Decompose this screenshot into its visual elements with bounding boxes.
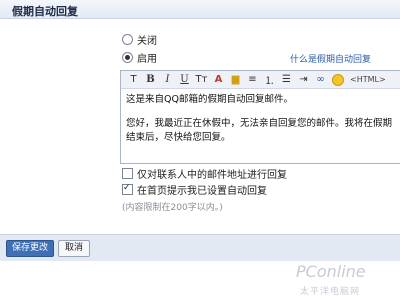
cancel-button[interactable]: 取消 [58,240,90,257]
radio-on-option[interactable]: 启用 [122,50,157,65]
show-notice-checkbox[interactable] [122,183,133,195]
bold-icon[interactable]: B [142,72,159,87]
italic-icon[interactable]: I [159,72,176,87]
highlight-icon[interactable]: ▆ [227,72,244,87]
numbered-list-icon[interactable]: ⒈ [261,72,278,87]
radio-on[interactable] [122,51,133,63]
font-icon[interactable]: Tт [193,72,210,87]
contacts-only-checkbox[interactable] [122,167,133,179]
html-toggle-button[interactable]: <HTML> [350,75,386,84]
show-notice-option[interactable]: 在首页提示我已设置自动回复 [122,182,267,197]
limit-note: (内容限制在200字以内。) [122,203,223,213]
editor-content[interactable]: 这是来自QQ邮箱的假期自动回复邮件。 您好，我最近正在休假中，无法亲自回复您的邮… [126,93,394,155]
show-notice-label: 在首页提示我已设置自动回复 [137,185,267,197]
editor-toolbar: T B I U Tт A ▆ ≡ ⒈ ☰ ⇥ ∞ <HTML> [121,71,400,89]
underline-icon[interactable]: U [176,72,193,87]
emoji-button[interactable] [329,72,346,87]
font-size-icon[interactable]: T [125,72,142,87]
radio-off-option[interactable]: 关闭 [122,32,157,47]
title-bar: 假期自动回复 [0,0,400,19]
message-greeting: 这是来自QQ邮箱的假期自动回复邮件。 [126,94,293,105]
page-title: 假期自动回复 [12,5,78,18]
watermark-subtitle: 太平洋电脑网 [300,287,361,297]
save-button[interactable]: 保存更改 [6,240,54,257]
link-icon[interactable]: ∞ [312,72,329,87]
indent-icon[interactable]: ⇥ [295,72,312,87]
contacts-only-label: 仅对联系人中的邮件地址进行回复 [137,169,287,181]
smiley-icon [331,73,344,86]
text-color-icon[interactable]: A [210,72,227,87]
message-editor[interactable]: T B I U Tт A ▆ ≡ ⒈ ☰ ⇥ ∞ <HTML> 这是来自QQ邮箱… [120,70,400,164]
radio-off[interactable] [122,33,133,45]
watermark: PConline 太平洋电脑网 [296,262,396,297]
message-body: 您好，我最近正在休假中，无法亲自回复您的邮件。我将在假期结束后，尽快给您回复。 [126,118,393,143]
bullet-list-icon[interactable]: ☰ [278,72,295,87]
contacts-only-option[interactable]: 仅对联系人中的邮件地址进行回复 [122,166,287,181]
watermark-logo: PConline [296,262,366,281]
help-link[interactable]: 什么是假期自动回复 [290,52,371,65]
radio-off-label: 关闭 [137,35,157,47]
align-icon[interactable]: ≡ [244,72,261,87]
radio-on-label: 启用 [137,53,157,65]
